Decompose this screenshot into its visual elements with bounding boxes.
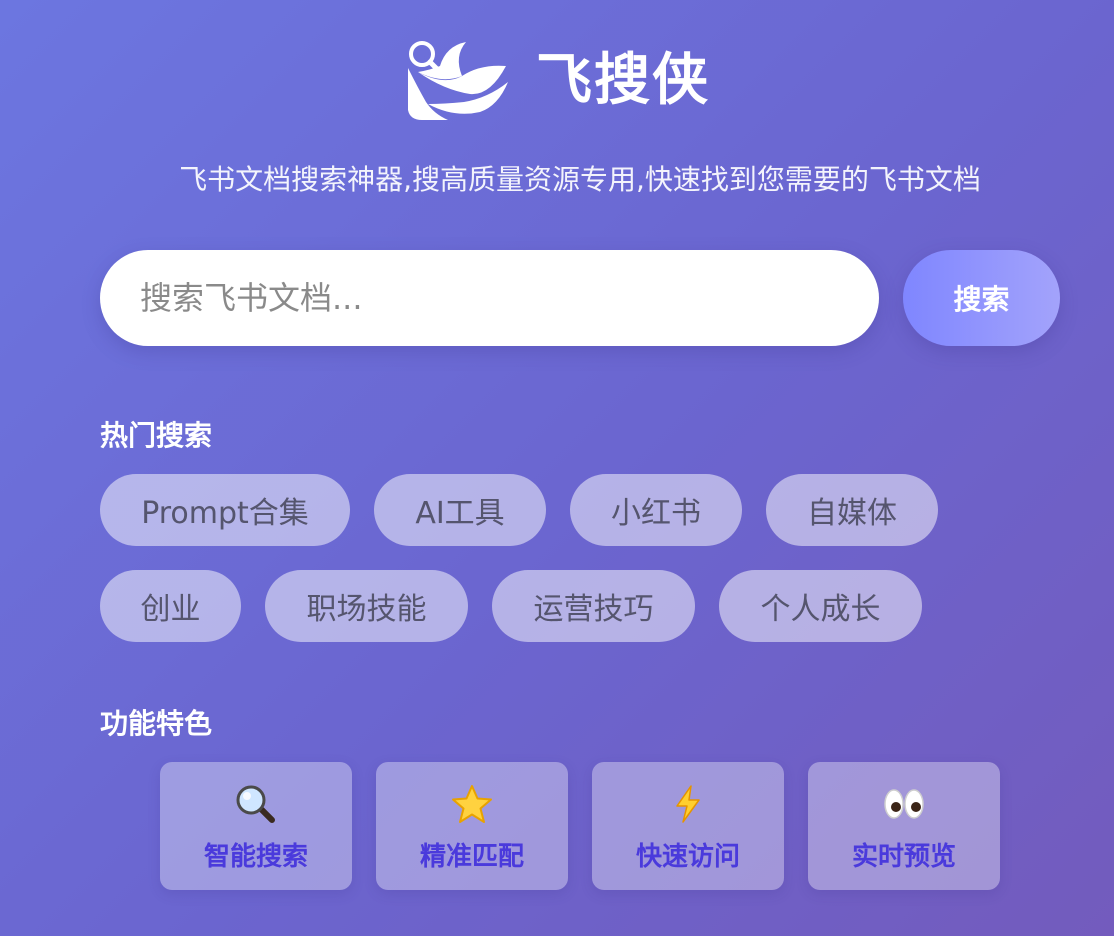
hot-tag-operations[interactable]: 运营技巧 bbox=[492, 570, 695, 642]
feature-label: 智能搜索 bbox=[203, 842, 308, 872]
hot-tag-prompt[interactable]: Prompt合集 bbox=[100, 474, 350, 546]
feature-label: 实时预览 bbox=[851, 842, 956, 872]
hot-tag-personal-growth[interactable]: 个人成长 bbox=[719, 570, 922, 642]
hot-tag-ai-tools[interactable]: AI工具 bbox=[374, 474, 546, 546]
tagline: 飞书文档搜索神器,搜高质量资源专用,快速找到您需要的飞书文档 bbox=[179, 163, 981, 196]
hot-tag-startup[interactable]: 创业 bbox=[100, 570, 241, 642]
feature-smart-search[interactable]: 智能搜索 bbox=[160, 762, 352, 890]
search-input[interactable] bbox=[100, 250, 879, 346]
magnifier-icon bbox=[236, 785, 275, 823]
bird-magnifier-logo-icon bbox=[408, 41, 508, 120]
hot-tag-xiaohongshu[interactable]: 小红书 bbox=[570, 474, 742, 546]
search-button[interactable]: 搜索 bbox=[903, 250, 1060, 346]
feature-fast-access[interactable]: 快速访问 bbox=[592, 762, 784, 890]
star-icon bbox=[452, 785, 492, 823]
feature-live-preview[interactable]: 实时预览 bbox=[808, 762, 1000, 890]
features-title: 功能特色 bbox=[100, 707, 213, 740]
app-header: 飞搜侠 bbox=[0, 38, 1114, 124]
hot-search-title: 热门搜索 bbox=[100, 419, 213, 452]
hot-tag-self-media[interactable]: 自媒体 bbox=[766, 474, 938, 546]
hot-tag-workplace-skills[interactable]: 职场技能 bbox=[265, 570, 468, 642]
feature-label: 快速访问 bbox=[635, 842, 740, 872]
lightning-icon bbox=[676, 785, 700, 823]
eyes-icon bbox=[884, 789, 924, 819]
feature-precise-match[interactable]: 精准匹配 bbox=[376, 762, 568, 890]
app-title: 飞搜侠 bbox=[536, 48, 710, 113]
feature-label: 精准匹配 bbox=[419, 842, 524, 872]
